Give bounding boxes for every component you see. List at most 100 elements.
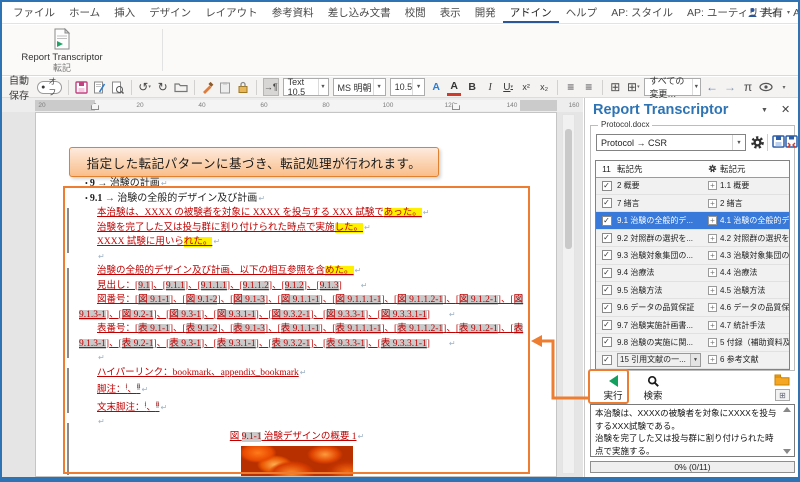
mapping-row[interactable]: ✓9.1 治験の全般的デ...+4.1 治験の全般的デ... (596, 212, 789, 229)
bold-button[interactable]: B (465, 78, 479, 96)
equation-button[interactable]: π (741, 78, 755, 96)
font-color-button[interactable]: A (447, 78, 461, 96)
underline-button[interactable]: U▾ (501, 78, 515, 96)
to-section-dropdown[interactable]: 15 引用文献の一...▼ (617, 353, 701, 367)
expand-plus-icon[interactable]: + (708, 234, 717, 243)
settings-button[interactable] (750, 135, 765, 152)
scroll-up-icon[interactable] (783, 407, 791, 412)
preview-scrollbar[interactable] (781, 405, 793, 456)
save-button[interactable] (75, 78, 89, 96)
menu-tab[interactable]: 開発 (468, 2, 503, 23)
menu-tab[interactable]: 挿入 (107, 2, 142, 23)
pattern-combo[interactable]: Protocol → CSR ▼ (596, 134, 746, 151)
menu-tab[interactable]: 差し込み文書 (321, 2, 398, 23)
row-checkbox[interactable]: ✓ (602, 216, 612, 226)
autosave-toggle[interactable]: ●オフ (37, 81, 62, 94)
row-checkbox[interactable]: ✓ (602, 303, 612, 313)
expand-plus-icon[interactable]: + (708, 303, 717, 312)
menu-tab[interactable]: デザイン (142, 2, 198, 23)
row-checkbox[interactable]: ✓ (602, 337, 612, 347)
header-gear-button[interactable] (705, 164, 720, 173)
paste-button[interactable] (218, 78, 232, 96)
menu-tab[interactable]: アドイン (503, 2, 559, 23)
redo-button[interactable]: ↻ (156, 78, 170, 96)
borders-button[interactable]: ⊞▾ (626, 78, 640, 96)
from-cell: 1.1 概要 (720, 180, 789, 191)
expand-plus-icon[interactable]: + (708, 286, 717, 295)
edit-document-button[interactable] (93, 78, 107, 96)
scrollbar-thumb[interactable] (565, 129, 572, 249)
row-checkbox[interactable]: ✓ (602, 181, 612, 191)
mapping-row[interactable]: ✓9.7 治験実施計画書...+4.7 統計手法 (596, 317, 789, 334)
menu-tab[interactable]: レイアウト (198, 2, 265, 23)
preview-text[interactable]: 本治験は、XXXXの被験者を対象にXXXXを投与するXXX試験である。 治験を完… (590, 404, 795, 457)
row-checkbox[interactable]: ✓ (602, 320, 612, 330)
menu-tab[interactable]: ヘルプ (559, 2, 605, 23)
align-left-button[interactable]: ≡ (564, 78, 578, 96)
style-combo[interactable]: Text 10.5▼ (283, 78, 329, 96)
format-painter-button[interactable] (200, 78, 214, 96)
tracking-display-combo[interactable]: すべての変更…▼ (644, 78, 701, 96)
expand-plus-icon[interactable]: + (708, 338, 717, 347)
mapping-row[interactable]: ✓9.8 治験の実施に関...+5 付録（補助資料及... (596, 334, 789, 351)
row-checkbox[interactable]: ✓ (602, 250, 612, 260)
document-page[interactable]: 指定した転記パターンに基づき、転記処理が行われます。 •9 → 治験の計画↵•9… (35, 112, 557, 477)
mapping-row[interactable]: ✓9.3 治験対象集団の...+4.3 治験対象集団の... (596, 247, 789, 264)
save-as-mapping-button[interactable] (785, 135, 798, 150)
expand-plus-icon[interactable]: + (708, 216, 717, 225)
open-result-folder-button[interactable] (774, 374, 790, 388)
superscript-button[interactable]: x² (519, 78, 533, 96)
execute-button[interactable]: 実行 (595, 374, 631, 402)
menu-tab[interactable]: ホーム (62, 2, 107, 23)
scroll-down-icon[interactable] (783, 449, 791, 454)
font-combo[interactable]: MS 明朝▼ (333, 78, 386, 96)
menu-tab[interactable]: 参考資料 (265, 2, 321, 23)
expand-plus-icon[interactable]: + (708, 355, 717, 364)
previous-change-button[interactable]: ← (705, 78, 719, 96)
undo-button[interactable]: ↺▾ (138, 78, 152, 96)
protect-button[interactable] (236, 78, 250, 96)
font-size-combo[interactable]: 10.5▼ (390, 78, 426, 96)
menu-tab[interactable]: ファイル (6, 2, 62, 23)
open-button[interactable] (174, 78, 188, 96)
expand-plus-icon[interactable]: + (708, 181, 717, 190)
mapping-row[interactable]: ✓2 概要+1.1 概要 (596, 178, 789, 195)
visibility-button[interactable] (759, 78, 773, 96)
expand-plus-icon[interactable]: + (708, 251, 717, 260)
justify-button[interactable]: ≡ (582, 78, 596, 96)
formatting-marks-toggle[interactable]: →¶ (263, 78, 279, 96)
row-checkbox[interactable]: ✓ (602, 285, 612, 295)
phonetic-guide-button[interactable]: A (429, 78, 443, 96)
italic-button[interactable]: I (483, 78, 497, 96)
expand-plus-icon[interactable]: + (708, 321, 717, 330)
window-view-button[interactable]: ⊞ (775, 389, 790, 401)
menu-tab[interactable]: AP: スタイル (604, 2, 680, 23)
mapping-row[interactable]: ✓9.5 治験方法+4.5 治験方法 (596, 282, 789, 299)
document-scrollbar[interactable] (562, 114, 575, 474)
expand-plus-icon[interactable]: + (708, 199, 717, 208)
menu-tab[interactable]: 校閲 (398, 2, 433, 23)
mapping-row[interactable]: ✓7 緒言+2 緒言 (596, 195, 789, 212)
mapping-row[interactable]: ✓9.6 データの品質保証+4.6 データの品質保証 (596, 299, 789, 316)
horizontal-ruler[interactable]: 2020406080100120140160 (0, 98, 583, 112)
search-button[interactable]: 検索 (635, 374, 671, 402)
next-change-button[interactable]: → (723, 78, 737, 96)
expand-plus-icon[interactable]: + (708, 268, 717, 277)
row-checkbox[interactable]: ✓ (602, 198, 612, 208)
row-checkbox[interactable]: ✓ (602, 233, 612, 243)
row-checkbox[interactable]: ✓ (602, 355, 612, 365)
panel-menu-button[interactable]: ▼ (761, 107, 768, 114)
mapping-row[interactable]: ✓9.2 対照群の選択を...+4.2 対照群の選択を... (596, 230, 789, 247)
report-transcriptor-button[interactable]: Report Transcriptor (16, 27, 108, 63)
row-checkbox[interactable]: ✓ (602, 268, 612, 278)
mapping-row[interactable]: ✓15 引用文献の一...▼+6 参考文献 (596, 352, 789, 369)
menu-tab[interactable]: 表示 (433, 2, 468, 23)
insert-table-button[interactable]: ⊞ (608, 78, 622, 96)
share-button[interactable]: 共有 ▾ (747, 2, 790, 23)
print-preview-button[interactable] (111, 78, 125, 96)
save-mapping-button[interactable] (772, 135, 785, 150)
subscript-button[interactable]: x₂ (537, 78, 551, 96)
toolbar-more-button[interactable]: ▾ (777, 78, 791, 96)
mapping-row[interactable]: ✓9.4 治療法+4.4 治療法 (596, 265, 789, 282)
close-icon[interactable]: ✕ (781, 103, 790, 116)
